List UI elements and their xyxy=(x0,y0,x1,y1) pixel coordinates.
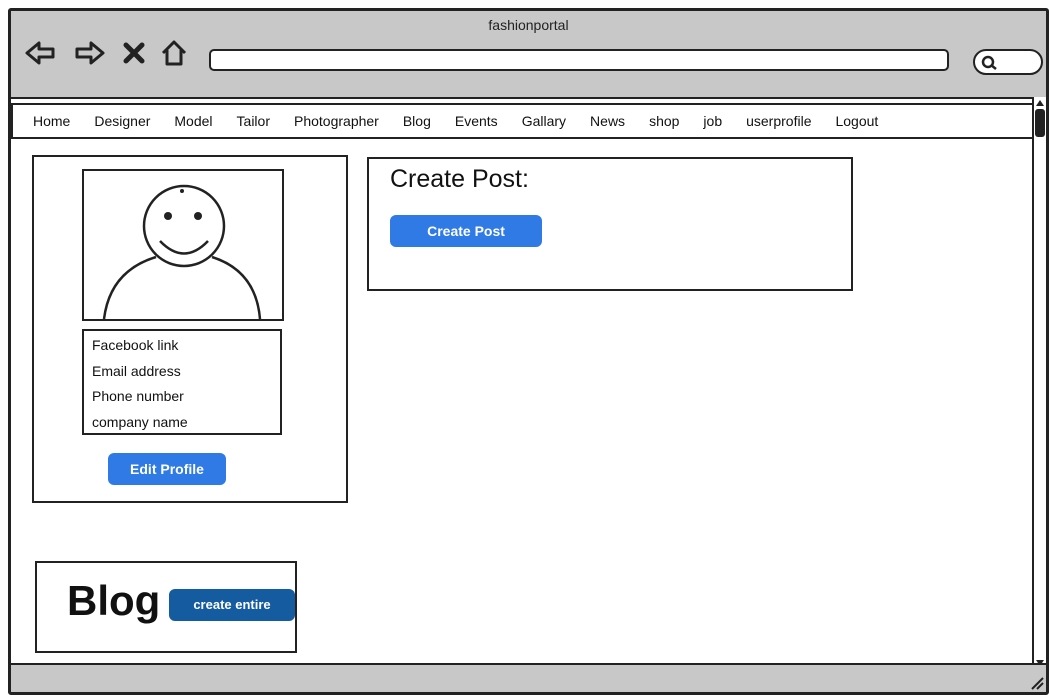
resize-grip-icon[interactable] xyxy=(1030,676,1044,690)
create-post-button[interactable]: Create Post xyxy=(390,215,542,247)
search-field[interactable] xyxy=(973,49,1043,75)
menu-item-gallary[interactable]: Gallary xyxy=(522,113,566,129)
window-title: fashionportal xyxy=(488,17,569,33)
contact-info-list: Facebook link Email address Phone number… xyxy=(82,329,282,435)
menu-item-tailor[interactable]: Tailor xyxy=(237,113,270,129)
menu-item-model[interactable]: Model xyxy=(174,113,212,129)
menu-item-photographer[interactable]: Photographer xyxy=(294,113,379,129)
profile-card: Facebook link Email address Phone number… xyxy=(32,155,348,503)
back-arrow-icon[interactable] xyxy=(25,39,57,67)
edit-profile-button[interactable]: Edit Profile xyxy=(108,453,226,485)
create-post-card: Create Post: Create Post xyxy=(367,157,853,291)
menu-item-news[interactable]: News xyxy=(590,113,625,129)
contact-email: Email address xyxy=(92,362,181,379)
menu-item-userprofile[interactable]: userprofile xyxy=(746,113,811,129)
status-bar xyxy=(11,663,1046,692)
menu-item-designer[interactable]: Designer xyxy=(94,113,150,129)
contact-company: company name xyxy=(92,413,188,430)
blog-card: Blog create entire xyxy=(35,561,297,653)
scroll-thumb[interactable] xyxy=(1035,109,1045,137)
menu-item-home[interactable]: Home xyxy=(33,113,70,129)
page-content: Home Designer Model Tailor Photographer … xyxy=(11,97,1036,669)
main-menu: Home Designer Model Tailor Photographer … xyxy=(11,103,1034,139)
contact-facebook: Facebook link xyxy=(92,337,179,353)
search-icon xyxy=(981,55,997,70)
contact-phone: Phone number xyxy=(92,388,184,404)
address-bar[interactable] xyxy=(209,49,949,71)
browser-window: fashionportal Home Designer Model Tailor… xyxy=(8,8,1049,695)
home-icon[interactable] xyxy=(159,39,189,67)
forward-arrow-icon[interactable] xyxy=(73,39,105,67)
menu-item-logout[interactable]: Logout xyxy=(835,113,878,129)
vertical-scrollbar[interactable] xyxy=(1032,97,1046,669)
user-avatar-icon xyxy=(102,184,262,320)
create-post-heading: Create Post: xyxy=(390,165,529,193)
blog-heading: Blog xyxy=(67,577,161,624)
menu-item-events[interactable]: Events xyxy=(455,113,498,129)
menu-item-shop[interactable]: shop xyxy=(649,113,679,129)
create-entry-button[interactable]: create entire xyxy=(169,589,295,621)
avatar xyxy=(82,169,284,321)
menu-item-job[interactable]: job xyxy=(703,113,722,129)
menu-item-blog[interactable]: Blog xyxy=(403,113,431,129)
stop-icon[interactable] xyxy=(121,39,147,67)
scroll-up-icon[interactable] xyxy=(1035,98,1045,108)
